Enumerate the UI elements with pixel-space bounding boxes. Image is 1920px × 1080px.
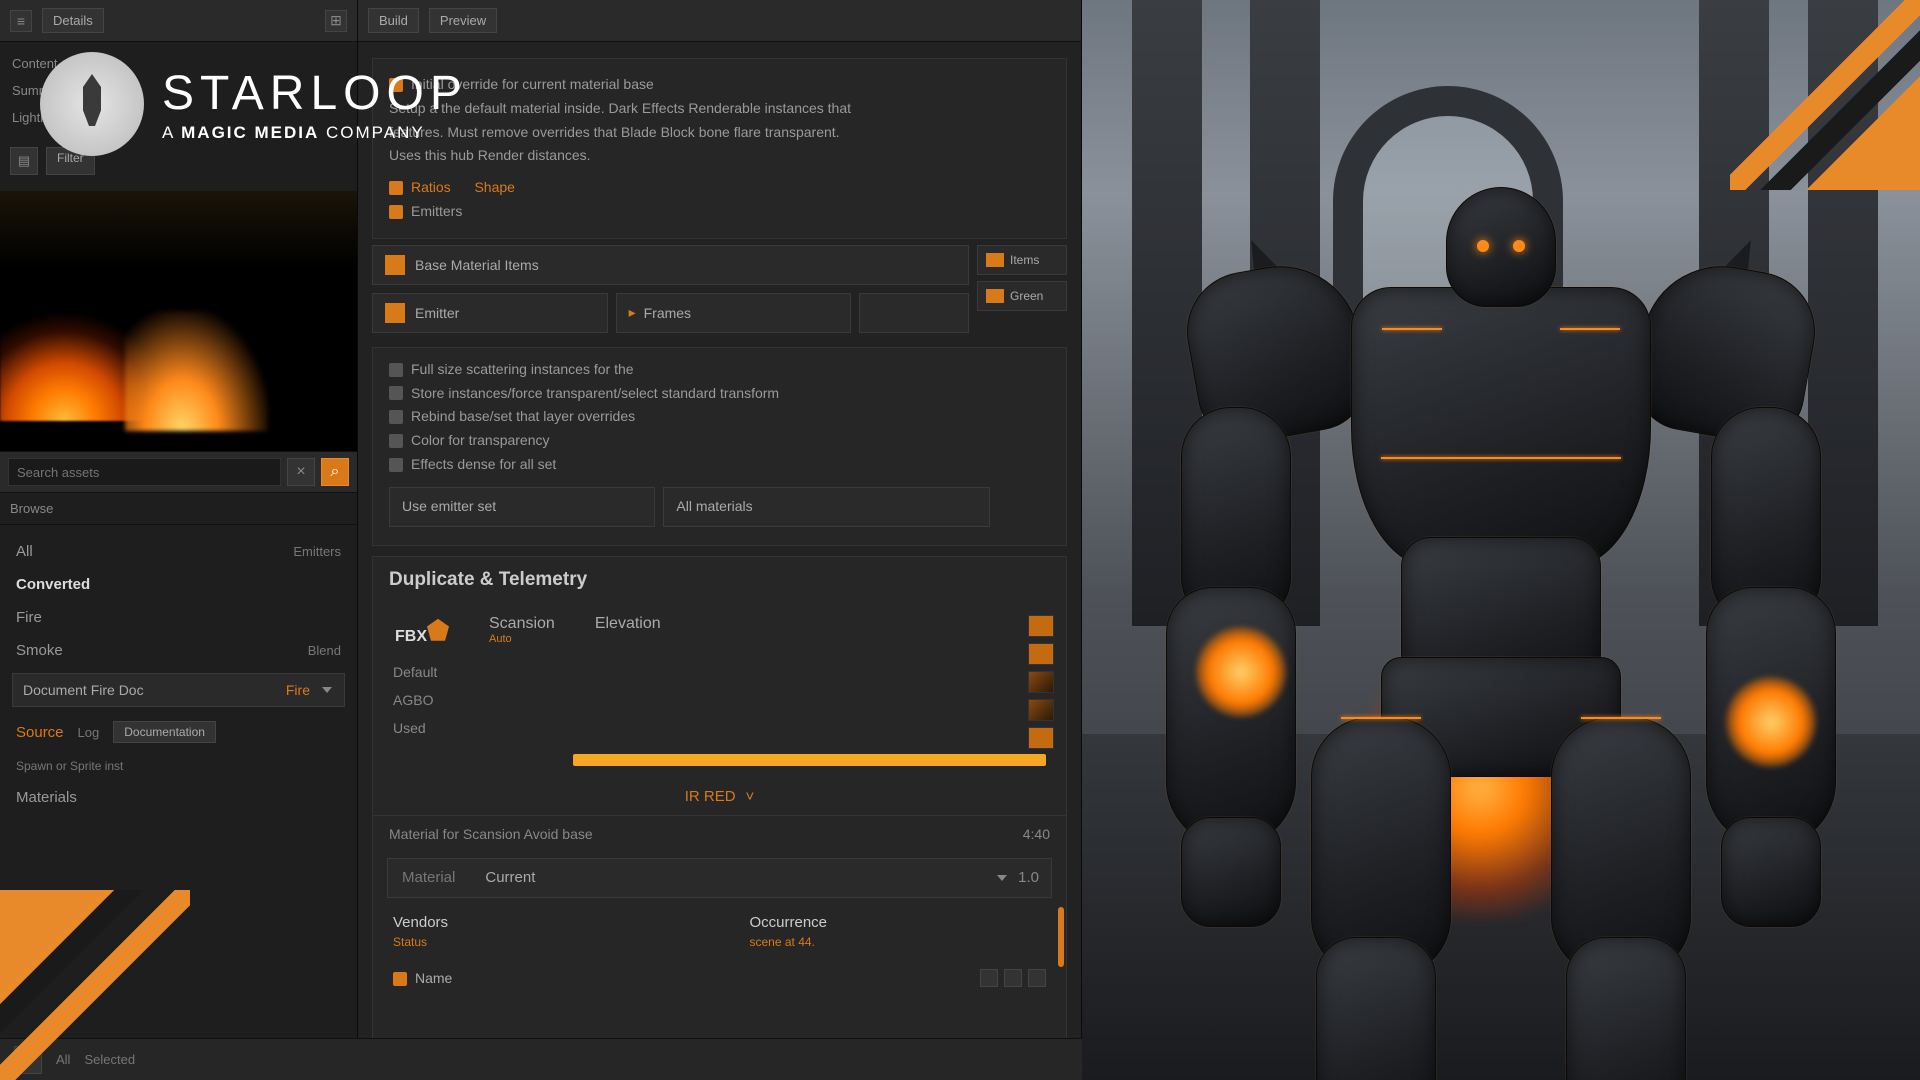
emitter-field[interactable]: Emitter (372, 293, 608, 333)
chevron-down-icon: ˅ (746, 788, 755, 805)
more-icon[interactable] (1028, 969, 1046, 987)
rocket-icon (40, 52, 144, 156)
add-row[interactable]: Name (373, 959, 1066, 997)
category-row[interactable]: Materials (12, 781, 345, 814)
category-row[interactable]: Converted (12, 568, 345, 601)
brand-logo: STARLOOP A MAGIC MEDIA COMPANY (40, 52, 468, 156)
asset-search-bar: × ⌕ (0, 451, 357, 493)
panel-title: Duplicate & Telemetry (373, 557, 1066, 603)
material-icon (385, 255, 405, 275)
telemetry-panel: Duplicate & Telemetry FBX ScansionAuto E… (372, 556, 1067, 1080)
details-button[interactable]: Details (42, 8, 104, 33)
category-row[interactable]: AllEmitters (12, 535, 345, 568)
shield-icon (427, 619, 449, 641)
progress-bar[interactable] (573, 754, 1046, 766)
category-row[interactable]: Fire (12, 601, 345, 634)
corner-accent-tr (1730, 0, 1920, 190)
filter-toggle-icon[interactable]: ▤ (10, 147, 38, 175)
clear-icon[interactable]: × (287, 458, 315, 486)
menu-icon[interactable]: ≡ (10, 10, 32, 32)
left-toolbar: ≡ Details ⊞ (0, 0, 357, 42)
brand-title: STARLOOP (162, 66, 468, 121)
category-row[interactable]: SourceLogDocumentation (12, 713, 345, 751)
category-row[interactable]: SmokeBlend (12, 634, 345, 667)
tab-fbx[interactable]: FBX (393, 611, 451, 650)
build-button[interactable]: Build (368, 8, 419, 33)
prop-row[interactable]: Default (373, 658, 1066, 686)
corner-accent-bl (0, 890, 190, 1080)
base-material-field[interactable]: Base Material Items (372, 245, 969, 285)
chip-items[interactable]: Items (977, 245, 1067, 275)
browse-tab[interactable]: Browse (10, 501, 53, 516)
mid-toolbar: Build Preview (358, 0, 1081, 42)
swatch-column (1028, 615, 1054, 749)
brand-subtitle: A MAGIC MEDIA COMPANY (162, 123, 468, 143)
ir-dropdown[interactable]: IR RED˅ (373, 778, 1066, 815)
swatch[interactable] (1028, 615, 1054, 637)
swatch[interactable] (1028, 671, 1054, 693)
occurrence-col: Occurrencescene at 44. (750, 914, 1047, 949)
link-icon[interactable] (980, 969, 998, 987)
swatch[interactable] (1028, 643, 1054, 665)
prop-row[interactable]: AGBO (373, 686, 1066, 714)
swatch[interactable] (1028, 699, 1054, 721)
preview-button[interactable]: Preview (429, 8, 497, 33)
category-row[interactable]: Spawn or Sprite inst (12, 751, 345, 781)
frames-field[interactable]: ▸Frames (616, 293, 852, 333)
category-dropdown[interactable]: Document Fire DocFire (12, 673, 345, 707)
material-select[interactable]: MaterialCurrent1.0 (387, 858, 1052, 898)
copy-icon[interactable] (1004, 969, 1022, 987)
search-icon[interactable]: ⌕ (321, 458, 349, 486)
search-input[interactable] (8, 458, 281, 486)
sub-header: Material for Scansion Avoid base4:40 (373, 815, 1066, 852)
swatch[interactable] (1028, 727, 1054, 749)
emitter-icon (385, 303, 405, 323)
checks-block: Full size scattering instances for the S… (372, 347, 1067, 546)
modline-a[interactable]: Use emitter set (389, 487, 655, 527)
info-block: Initial override for current material ba… (372, 58, 1067, 239)
docs-button[interactable]: Documentation (113, 721, 216, 743)
fire-preview-viewport[interactable] (0, 191, 357, 451)
chip-green[interactable]: Green (977, 281, 1067, 311)
scrollbar-thumb[interactable] (1058, 907, 1064, 967)
character-mech (1181, 157, 1821, 1037)
modline-b[interactable]: All materials (663, 487, 990, 527)
tab-scansion[interactable]: ScansionAuto (487, 611, 557, 650)
grid-icon[interactable]: ⊞ (325, 10, 347, 32)
prop-row[interactable]: Used (373, 714, 1066, 742)
value-field[interactable] (859, 293, 969, 333)
tab-elevation[interactable]: Elevation (593, 611, 663, 650)
category-list: AllEmitters Converted Fire SmokeBlend Do… (0, 525, 357, 824)
vendors-col: VendorsStatus (393, 914, 690, 949)
